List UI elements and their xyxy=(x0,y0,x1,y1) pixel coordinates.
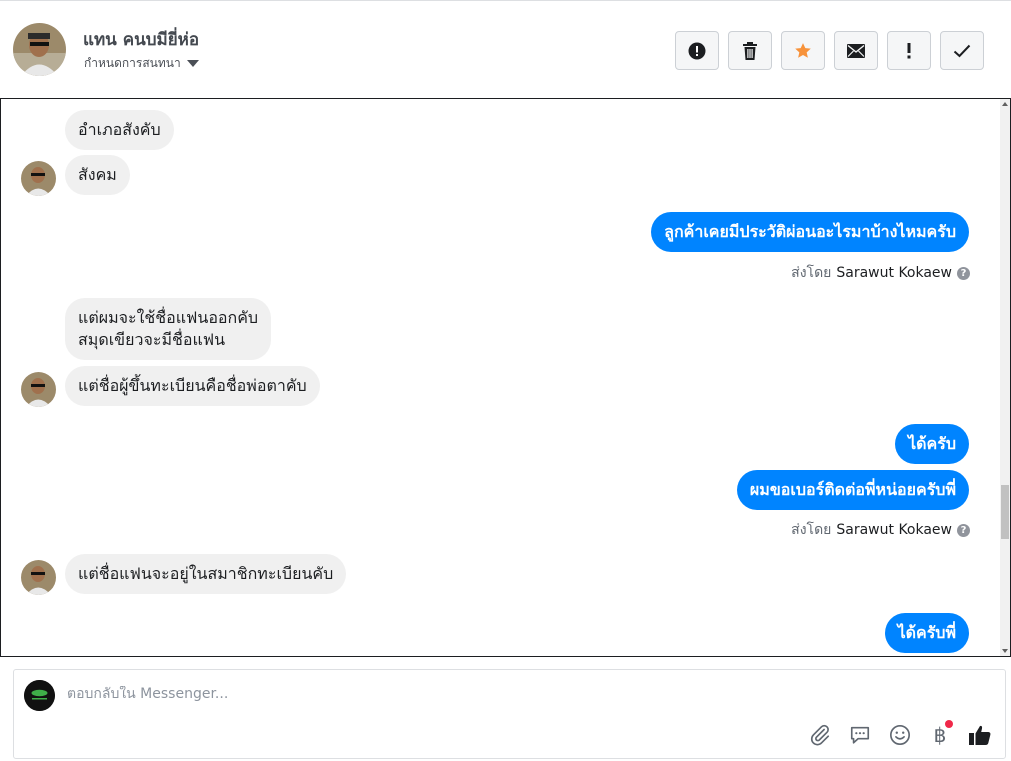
check-icon xyxy=(953,44,971,57)
caret-down-icon xyxy=(186,60,199,67)
smiley-icon xyxy=(890,725,910,745)
chat-bubble-icon xyxy=(850,726,870,744)
baht-icon: ฿ xyxy=(933,723,947,747)
delete-button[interactable] xyxy=(728,31,772,70)
saved-replies-button[interactable] xyxy=(847,722,873,748)
notification-dot xyxy=(945,720,953,728)
conversation-header: แทน คนบมียี่ห่อ กำหนดการสนทนา xyxy=(0,0,1011,98)
like-button[interactable] xyxy=(967,722,993,748)
star-button[interactable] xyxy=(781,31,825,70)
attach-button[interactable] xyxy=(807,722,833,748)
contact-avatar-small xyxy=(21,560,56,595)
incoming-message: สังคม xyxy=(65,155,130,195)
report-button[interactable] xyxy=(675,31,719,70)
page-logo-avatar xyxy=(24,680,55,711)
scroll-up-arrow-icon[interactable] xyxy=(1002,102,1008,106)
exclamation-icon xyxy=(907,42,911,58)
sent-by-label: ส่งโดย xyxy=(791,265,832,281)
incoming-message: แต่ชื่อแฟนจะอยู่ในสมาชิกทะเบียนคับ xyxy=(65,554,347,594)
thumbs-up-icon xyxy=(969,725,991,745)
reply-input[interactable] xyxy=(67,686,767,702)
help-icon[interactable]: ? xyxy=(957,266,970,280)
sent-by-agent: Sarawut Kokaew xyxy=(836,265,952,281)
help-icon[interactable]: ? xyxy=(957,523,970,537)
contact-avatar-small xyxy=(21,372,56,407)
conversation-settings-label: กำหนดการสนทนา xyxy=(84,56,181,70)
outgoing-message: ได้ครับพี่ xyxy=(884,613,969,653)
incoming-message: อำเภอสังคับ xyxy=(65,110,174,150)
conversation-settings-dropdown[interactable]: กำหนดการสนทนา xyxy=(84,54,199,73)
emoji-button[interactable] xyxy=(887,722,913,748)
done-button[interactable] xyxy=(940,31,984,70)
contact-avatar-small xyxy=(21,161,56,196)
alert-circle-icon xyxy=(688,42,706,59)
sent-by-agent: Sarawut Kokaew xyxy=(836,522,952,538)
trash-icon xyxy=(743,41,757,60)
outgoing-message: ได้ครับ xyxy=(895,424,969,464)
payment-button[interactable]: ฿ xyxy=(927,720,953,748)
reply-composer: ฿ xyxy=(13,669,1006,759)
sent-by-label: ส่งโดย xyxy=(791,522,832,538)
contact-name: แทน คนบมียี่ห่อ xyxy=(83,30,200,50)
incoming-message: แต่ชื่อผู้ขึ้นทะเบียนคือชื่อพ่อตาคับ xyxy=(65,366,320,406)
contact-avatar[interactable] xyxy=(13,23,66,76)
outgoing-message: ลูกค้าเคยมีประวัติผ่อนอะไรมาบ้างไหมครับ xyxy=(651,212,969,252)
message-line: แต่ผมจะใช้ชื่อแฟนออกคับ xyxy=(78,308,259,327)
composer-actions: ฿ xyxy=(807,720,993,748)
sent-by-info: ส่งโดย Sarawut Kokaew ? xyxy=(791,262,970,284)
message-line: สมุดเขียวจะมีชื่อแฟน xyxy=(78,330,226,349)
outgoing-message: ผมขอเบอร์ติดต่อพี่หน่อยครับพี่ xyxy=(736,470,969,510)
priority-button[interactable] xyxy=(887,31,931,70)
header-toolbar xyxy=(675,31,984,70)
envelope-icon xyxy=(847,43,865,58)
paperclip-icon xyxy=(810,724,830,746)
scroll-down-arrow-icon[interactable] xyxy=(1002,649,1008,653)
message-thread[interactable]: อำเภอสังคับ สังคม ลูกค้าเคยมีประวัติผ่อน… xyxy=(0,98,1011,657)
mark-unread-button[interactable] xyxy=(834,31,878,70)
thread-scrollbar[interactable] xyxy=(1000,99,1010,656)
star-icon xyxy=(795,42,811,58)
scrollbar-thumb[interactable] xyxy=(1001,485,1009,539)
sent-by-info: ส่งโดย Sarawut Kokaew ? xyxy=(791,519,970,541)
incoming-message: แต่ผมจะใช้ชื่อแฟนออกคับ สมุดเขียวจะมีชื่… xyxy=(65,298,272,360)
